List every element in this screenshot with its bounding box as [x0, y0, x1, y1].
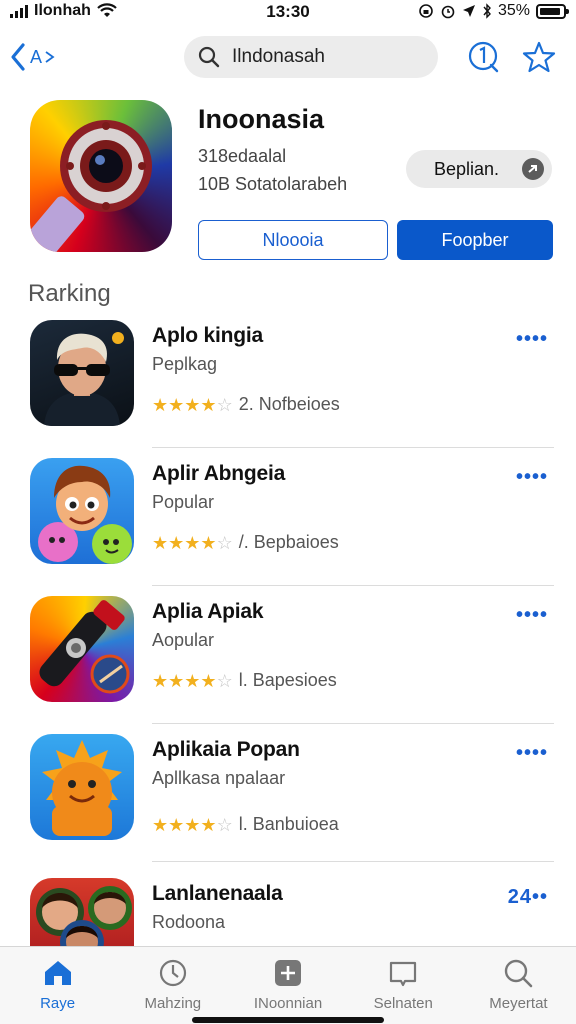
tab-label: Raye [40, 995, 76, 1012]
alarm-icon [441, 5, 455, 19]
search-icon [198, 46, 220, 68]
star-favorite-icon[interactable] [522, 40, 556, 74]
tab-label: Selnaten [373, 995, 433, 1012]
info-circle-icon[interactable] [466, 40, 500, 74]
battery-icon [536, 3, 569, 19]
more-options-button[interactable]: •••• [516, 466, 548, 489]
tab-label: Mahzing [144, 995, 202, 1012]
tab-label: INoonnian [253, 995, 323, 1012]
chevron-right-icon [45, 51, 55, 63]
status-bar: Ilonhah 13:30 35% [0, 0, 576, 24]
featured-pill-button[interactable]: Beplian. [406, 150, 552, 188]
list-item[interactable]: Aplo kingia Peplkag ★ ★ ★ ★ ☆ 2. Nofbeioes •… [30, 320, 554, 448]
app-rating: ★ ★ ★ ★ ☆ /. Bepbaioes [152, 532, 339, 553]
location-icon [462, 5, 475, 17]
bluetooth-icon [483, 3, 491, 19]
featured-app-detail: 10B Sotatolarabeh [198, 174, 348, 194]
app-category: Aopular [152, 630, 215, 650]
book-icon [390, 961, 417, 987]
chevron-left-icon [11, 43, 25, 71]
app-name: Lanlanenaala [152, 882, 283, 905]
tab-home[interactable]: Raye [0, 947, 115, 1024]
rating-text: 2. Nofbeioes [238, 394, 340, 414]
star-rating-icon: ★ ★ ★ ★ ☆ [152, 394, 233, 415]
divider [152, 447, 554, 448]
app-category: Rodoona [152, 912, 226, 932]
star-rating-icon: ★ ★ ★ ★ ☆ [152, 670, 233, 691]
search-field[interactable]: Ilndonasah [184, 36, 438, 78]
app-icon-person [30, 320, 134, 426]
tab-label: Meyertat [489, 995, 548, 1012]
more-options-button[interactable]: •••• [516, 604, 548, 627]
star-rating-icon: ★ ★ ★ ★ ☆ [152, 814, 233, 835]
rating-text: l. Bapesioes [238, 670, 337, 690]
featured-app-icon[interactable] [30, 100, 172, 252]
list-item[interactable]: Aplir Abngeia Popular ★ ★ ★ ★ ☆ /. Bepbaioes… [30, 458, 554, 586]
app-icon-sun-character [30, 734, 134, 840]
more-options-button[interactable]: 24•• [508, 886, 548, 909]
search-icon [505, 959, 533, 988]
divider [152, 861, 554, 862]
rating-text: l. Banbuioea [238, 814, 339, 834]
list-item[interactable]: Aplia Apiak Aopular ★ ★ ★ ★ ☆ l. Bapesioes •… [30, 596, 554, 724]
battery-percent: 35% [497, 2, 530, 19]
home-indicator [192, 1017, 384, 1023]
tab-ranking[interactable]: Mahzing [115, 947, 230, 1024]
more-options-button[interactable]: •••• [516, 742, 548, 765]
pill-arrow-icon [522, 158, 544, 180]
divider [152, 585, 554, 586]
star-rating-icon: ★ ★ ★ ★ ☆ [152, 532, 233, 553]
app-icon-tools [30, 596, 134, 702]
back-label: A [30, 46, 43, 67]
divider [152, 723, 554, 724]
camera-lens-icon [30, 120, 152, 252]
app-icon-cartoon [30, 458, 134, 564]
app-name: Aplikaia Popan [152, 738, 300, 761]
featured-app-subtitle: 318edaalal [198, 146, 287, 166]
app-category: Popular [152, 492, 215, 512]
home-icon [44, 961, 71, 985]
app-rating: ★ ★ ★ ★ ☆ l. Bapesioes [152, 670, 337, 691]
tab-bar: Raye Mahzing INoonnian Selnaten Meyertat [0, 946, 576, 1024]
primary-action-button[interactable]: Foopber [397, 220, 553, 260]
app-category: Apllkasa npalaar [152, 768, 286, 788]
app-rating: ★ ★ ★ ★ ☆ l. Banbuioea [152, 814, 339, 835]
plus-square-icon [275, 960, 301, 986]
app-name: Aplo kingia [152, 324, 263, 347]
tab-search[interactable]: Meyertat [461, 947, 576, 1024]
tab-library[interactable]: Selnaten [346, 947, 461, 1024]
app-name: Aplir Abngeia [152, 462, 286, 485]
lock-rotation-icon [419, 4, 433, 18]
pill-label: Beplian. [434, 158, 500, 179]
section-title: Rarking [28, 280, 111, 307]
more-options-button[interactable]: •••• [516, 328, 548, 351]
app-rating: ★ ★ ★ ★ ☆ 2. Nofbeioes [152, 394, 340, 415]
search-text: Ilndonasah [232, 46, 325, 67]
app-category: Peplkag [152, 354, 218, 374]
clock-icon [159, 959, 186, 987]
secondary-action-button[interactable]: Nloooia [198, 220, 388, 260]
list-item[interactable]: Aplikaia Popan Apllkasa npalaar ★ ★ ★ ★ ☆ l.… [30, 734, 554, 862]
app-name: Aplia Apiak [152, 600, 264, 623]
featured-app-title: Inoonasia [198, 104, 325, 134]
nav-bar: A Ilndonasah [0, 34, 576, 82]
status-right: 35% [418, 2, 569, 20]
rating-text: /. Bepbaioes [238, 532, 339, 552]
tab-categories[interactable]: INoonnian [230, 947, 345, 1024]
back-button[interactable]: A [10, 42, 56, 72]
